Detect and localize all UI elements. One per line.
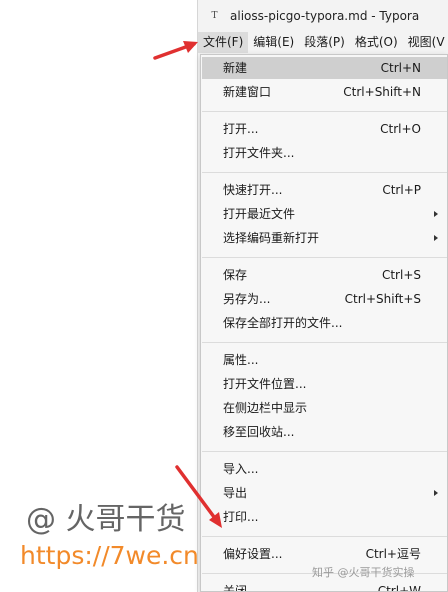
menu-item-shortcut: Ctrl+Shift+N: [343, 85, 421, 99]
typora-doc-icon: T: [211, 10, 218, 21]
menu-item-label: 导入...: [223, 462, 259, 476]
menu-item-label: 移至回收站...: [223, 425, 295, 439]
menu-separator: [202, 172, 447, 173]
menu-separator: [202, 257, 447, 258]
menu-item-shortcut: Ctrl+Shift+S: [344, 292, 421, 306]
submenu-arrow-icon: [434, 490, 438, 496]
menu-item-shortcut: Ctrl+逗号: [365, 547, 421, 561]
menu-item[interactable]: 选择编码重新打开: [202, 227, 447, 249]
menu-item[interactable]: 新建窗口 Ctrl+Shift+N: [202, 81, 447, 103]
menu-item[interactable]: 关闭 Ctrl+W: [202, 580, 447, 592]
submenu-arrow-icon: [434, 235, 438, 241]
menu-item-label: 关闭: [223, 584, 248, 592]
menu-item-label: 打开文件夹...: [223, 146, 295, 160]
menu-item[interactable]: 偏好设置... Ctrl+逗号: [202, 543, 447, 565]
menu-file[interactable]: 文件(F): [198, 32, 249, 53]
menu-item[interactable]: 保存 Ctrl+S: [202, 264, 447, 286]
menu-item[interactable]: 导入...: [202, 458, 447, 480]
menu-separator: [202, 342, 447, 343]
menu-view[interactable]: 视图(V: [403, 32, 448, 53]
menu-item-label: 打开...: [223, 122, 259, 136]
file-menu-dropdown: 新建 Ctrl+N 新建窗口 Ctrl+Shift+N 打开... Ctrl+O 打开文件夹…: [200, 54, 448, 592]
menu-item-label: 导出: [223, 486, 248, 500]
menu-item-label: 保存全部打开的文件...: [223, 316, 343, 330]
menu-item-label: 另存为...: [223, 292, 271, 306]
submenu-arrow-icon: [434, 211, 438, 217]
menu-item-label: 打开最近文件: [223, 207, 296, 221]
menu-item[interactable]: 快速打开... Ctrl+P: [202, 179, 447, 201]
menu-item-label: 选择编码重新打开: [223, 231, 320, 245]
menu-item-label: 新建: [223, 61, 248, 75]
arrow-to-file-menu: [153, 41, 198, 60]
menu-edit[interactable]: 编辑(E): [248, 32, 299, 53]
menu-item[interactable]: 打开最近文件: [202, 203, 447, 225]
menu-item-label: 打印...: [223, 510, 259, 524]
menu-item-shortcut: Ctrl+P: [382, 183, 421, 197]
window-title: alioss-picgo-typora.md - Typora: [230, 9, 420, 23]
menu-item[interactable]: 属性...: [202, 349, 447, 371]
menu-item[interactable]: 打印...: [202, 506, 447, 528]
menu-item-label: 偏好设置...: [223, 547, 283, 561]
menu-item-label: 快速打开...: [223, 183, 283, 197]
menu-item[interactable]: 移至回收站...: [202, 421, 447, 443]
menu-item[interactable]: 打开文件位置...: [202, 373, 447, 395]
menu-item[interactable]: 保存全部打开的文件...: [202, 312, 447, 334]
watermark-handle: @ 火哥干货: [26, 502, 186, 537]
menu-format[interactable]: 格式(O): [350, 32, 403, 53]
watermark-zhihu: 知乎 @火哥干货实操: [312, 566, 415, 579]
menu-item[interactable]: 导出: [202, 482, 447, 504]
menu-separator: [202, 111, 447, 112]
menu-item-label: 打开文件位置...: [223, 377, 307, 391]
menu-item-shortcut: Ctrl+W: [377, 584, 421, 592]
menu-item[interactable]: 新建 Ctrl+N: [202, 57, 447, 79]
menu-item[interactable]: 打开... Ctrl+O: [202, 118, 447, 140]
menu-paragraph[interactable]: 段落(P): [299, 32, 350, 53]
menu-item-label: 保存: [223, 268, 248, 282]
title-bar: T alioss-picgo-typora.md - Typora: [198, 0, 448, 32]
menu-separator: [202, 536, 447, 537]
menu-separator: [202, 451, 447, 452]
menu-bar: 文件(F) 编辑(E) 段落(P) 格式(O) 视图(V: [198, 32, 448, 53]
menu-item[interactable]: 在侧边栏中显示: [202, 397, 447, 419]
menu-item-shortcut: Ctrl+S: [381, 268, 421, 282]
menu-item[interactable]: 打开文件夹...: [202, 142, 447, 164]
menu-item-label: 新建窗口: [223, 85, 272, 99]
menu-item-shortcut: Ctrl+O: [380, 122, 421, 136]
menu-item[interactable]: 另存为... Ctrl+Shift+S: [202, 288, 447, 310]
menu-item-shortcut: Ctrl+N: [380, 61, 421, 75]
menu-item-label: 在侧边栏中显示: [223, 401, 308, 415]
watermark-url: https://7we.cn: [20, 541, 199, 570]
menu-item-label: 属性...: [223, 353, 259, 367]
